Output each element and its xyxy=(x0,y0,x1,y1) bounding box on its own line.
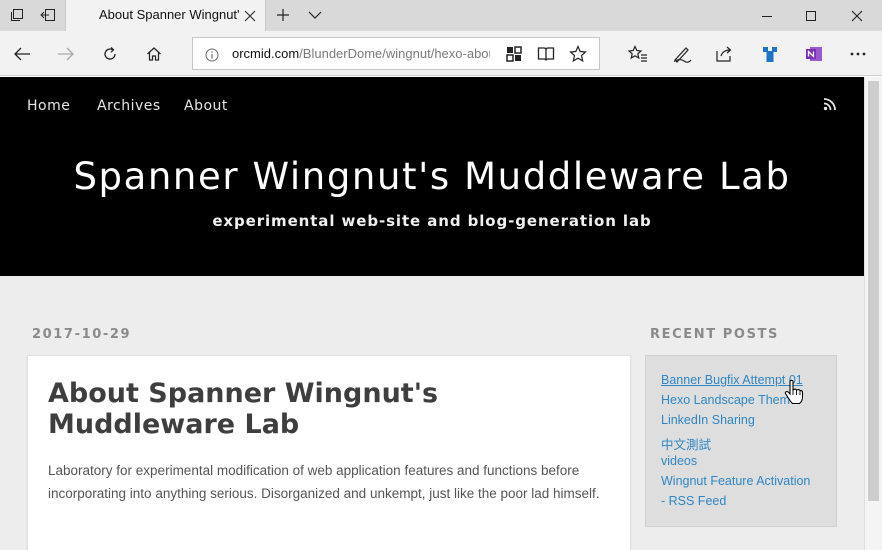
refresh-icon[interactable] xyxy=(96,40,124,68)
site-subtitle: experimental web-site and blog-generatio… xyxy=(212,212,652,230)
chevron-down-icon[interactable] xyxy=(303,4,327,26)
list-item: Wingnut Feature Activation xyxy=(661,474,810,494)
site-title[interactable]: Spanner Wingnut's Muddleware Lab xyxy=(0,155,864,198)
article-card: About Spanner Wingnut's Muddleware Lab L… xyxy=(27,355,631,550)
list-item: 中文測試 xyxy=(661,434,810,454)
list-item: - RSS Feed xyxy=(661,494,810,514)
vertical-scrollbar[interactable] xyxy=(864,77,882,550)
plus-icon[interactable] xyxy=(271,4,295,26)
url-text[interactable]: orcmid.com/BlunderDome/wingnut/hexo-abou… xyxy=(232,46,490,61)
rss-feed-link[interactable]: - RSS Feed xyxy=(661,494,726,508)
page-viewport: Home Archives About Spanner Wingnut's Mu… xyxy=(0,77,864,550)
more-icon[interactable] xyxy=(844,40,872,68)
nav-about-link[interactable]: About xyxy=(184,98,228,114)
nav-archives-link[interactable]: Archives xyxy=(97,98,161,114)
site-header: Home Archives About Spanner Wingnut's Mu… xyxy=(0,77,864,276)
window-close-icon[interactable] xyxy=(834,0,880,31)
minimize-icon[interactable] xyxy=(744,0,790,31)
list-item: LinkedIn Sharing xyxy=(661,413,810,433)
address-bar[interactable]: orcmid.com/BlunderDome/wingnut/hexo-abou… xyxy=(192,37,600,70)
restore-tabs-icon[interactable] xyxy=(36,4,60,26)
article-body: Laboratory for experimental modification… xyxy=(48,463,600,501)
recent-post-link[interactable]: Hexo Landscape Theme xyxy=(661,393,797,407)
recent-post-link[interactable]: 中文測試 xyxy=(661,438,711,452)
share-icon[interactable] xyxy=(711,40,739,68)
nav-home-link[interactable]: Home xyxy=(27,98,70,114)
pen-icon[interactable] xyxy=(668,40,696,68)
book-icon[interactable] xyxy=(536,44,556,64)
blue-extension-icon[interactable] xyxy=(756,40,784,68)
recent-post-link[interactable]: LinkedIn Sharing xyxy=(661,413,755,427)
url-path: /BlunderDome/wingnut/hexo-about xyxy=(299,46,490,61)
recent-posts-widget: Banner Bugfix Attempt 01 Hexo Landscape … xyxy=(645,355,837,527)
onenote-icon[interactable] xyxy=(800,40,828,68)
article-title: About Spanner Wingnut's Muddleware Lab xyxy=(48,378,439,440)
rss-icon[interactable] xyxy=(823,96,837,111)
info-icon[interactable] xyxy=(205,47,219,62)
maximize-icon[interactable] xyxy=(788,0,834,31)
recent-post-link[interactable]: videos xyxy=(661,454,697,468)
recent-post-link[interactable]: Wingnut Feature Activation xyxy=(661,474,810,488)
hand-cursor-icon xyxy=(784,379,804,405)
tabs-aside-icon[interactable] xyxy=(5,4,29,26)
close-icon[interactable] xyxy=(243,8,257,22)
scrollbar-thumb[interactable] xyxy=(868,81,879,501)
forward-arrow-icon[interactable] xyxy=(52,40,80,68)
tab-bar: About Spanner Wingnut's Muddleware Lab xyxy=(0,0,882,31)
puzzle-icon[interactable] xyxy=(504,44,524,64)
list-item: videos xyxy=(661,454,810,474)
navigation-bar: orcmid.com/BlunderDome/wingnut/hexo-abou… xyxy=(0,31,882,76)
recent-posts-title: RECENT POSTS xyxy=(650,327,779,342)
star-icon[interactable] xyxy=(568,44,588,64)
recent-post-link[interactable]: Banner Bugfix Attempt 01 xyxy=(661,373,803,387)
active-tab[interactable]: About Spanner Wingnut's Muddleware Lab xyxy=(65,0,266,31)
favorites-list-icon[interactable] xyxy=(624,40,652,68)
post-date[interactable]: 2017-10-29 xyxy=(32,327,131,342)
home-icon[interactable] xyxy=(140,40,168,68)
back-arrow-icon[interactable] xyxy=(8,40,36,68)
tab-title: About Spanner Wingnut's Muddleware Lab xyxy=(99,7,239,22)
url-domain: orcmid.com xyxy=(232,46,300,61)
